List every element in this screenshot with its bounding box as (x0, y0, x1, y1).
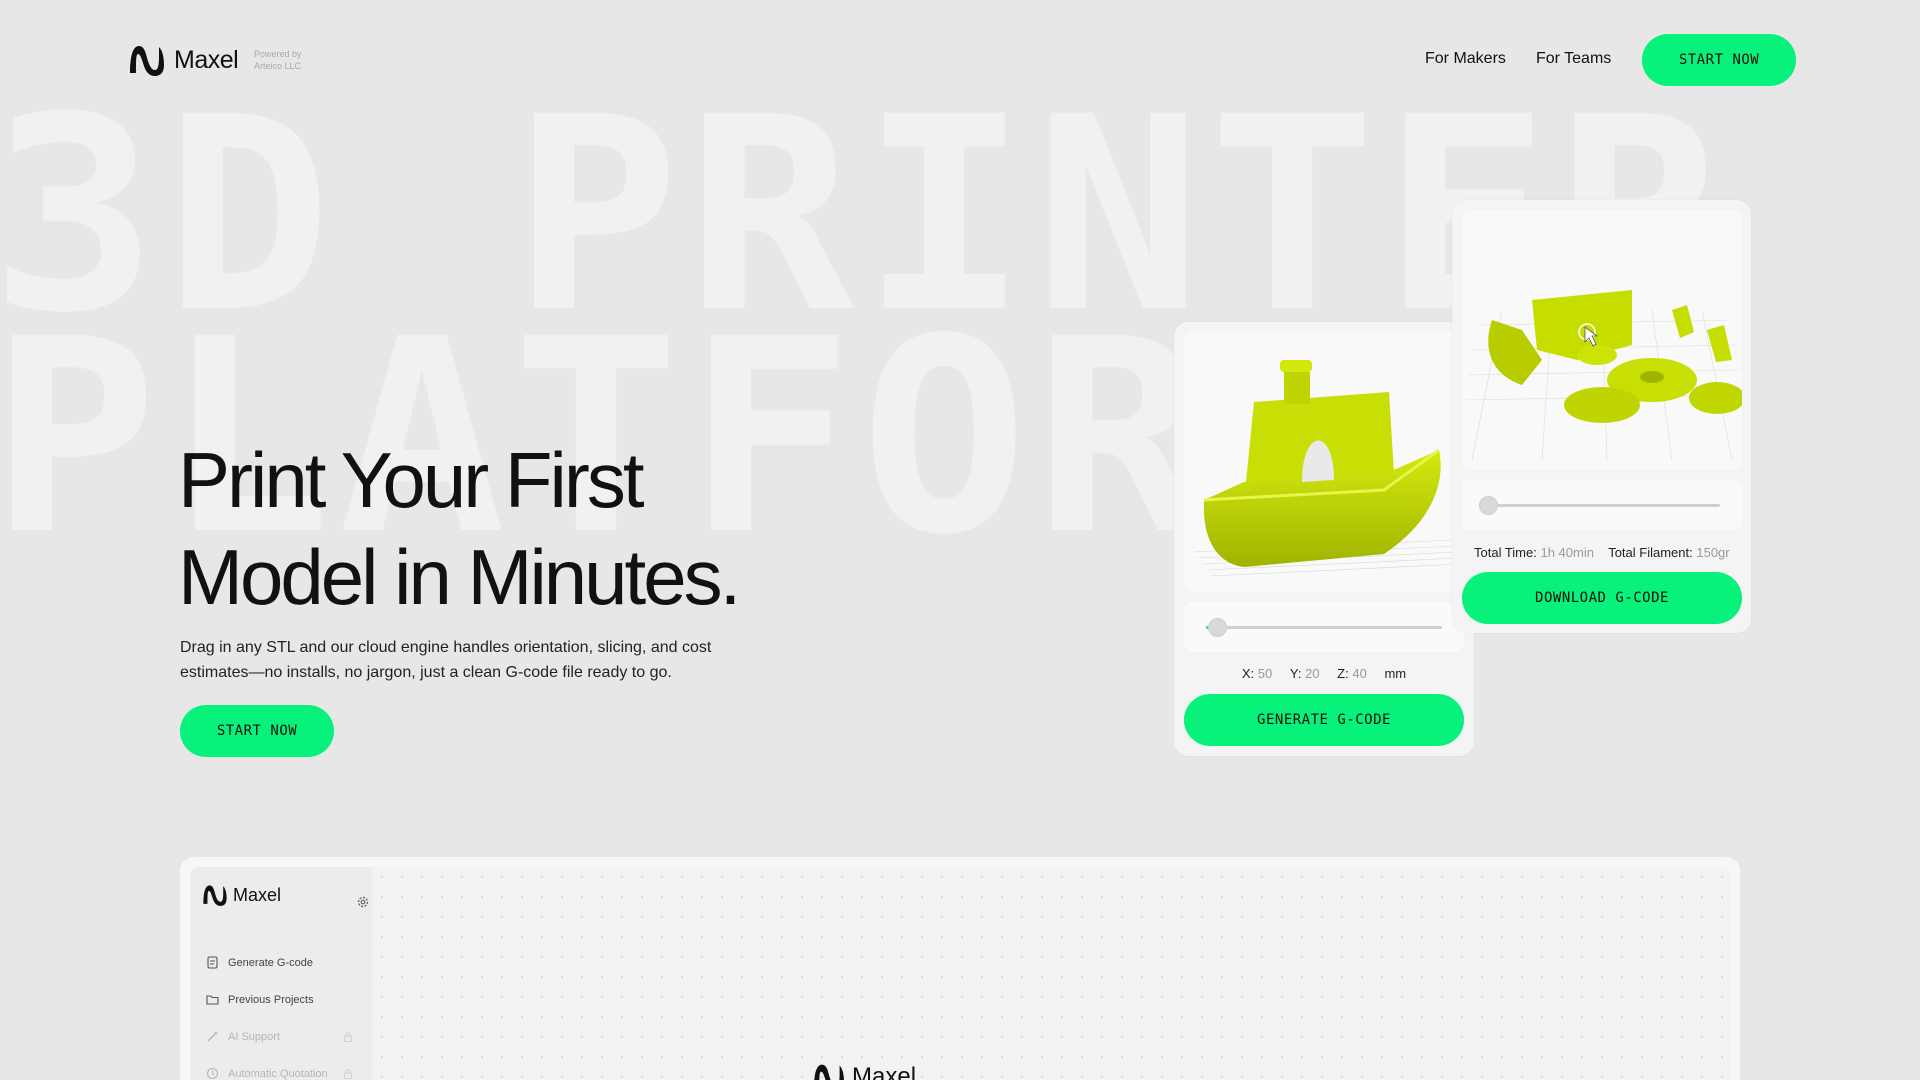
maxel-logo-icon (814, 1064, 844, 1080)
hero-title-line-1: Print Your First (178, 436, 645, 524)
menu-item-ai-support[interactable]: AI Support (206, 1018, 376, 1055)
app-brand-logo[interactable]: Maxel (202, 883, 281, 907)
folder-icon (206, 995, 219, 1005)
generate-card: X: 50 Y: 20 Z: 40 mm (1174, 322, 1474, 756)
app-canvas[interactable] (372, 867, 1730, 1080)
menu-item-generate-gcode[interactable]: Generate G-code (206, 944, 376, 981)
powered-by-label: Powered by (254, 49, 302, 59)
maxel-logo-icon (203, 885, 227, 906)
menu-item-label: Generate G-code (228, 956, 313, 969)
x-label: X: (1241, 666, 1255, 681)
lock-icon (344, 1068, 352, 1079)
print-stats: Total Time: 1h 40min Total Filament: 150… (1474, 545, 1730, 560)
slider-handle[interactable] (1478, 496, 1498, 515)
lock-icon (344, 1031, 352, 1042)
gear-parts-model-icon (1465, 290, 1745, 461)
model-preview[interactable] (1184, 332, 1464, 592)
parts-preview[interactable] (1462, 210, 1745, 470)
hero-start-now-button[interactable]: START NOW (180, 705, 334, 757)
total-filament-label: Total Filament: (1608, 545, 1693, 560)
slider-handle[interactable] (1207, 618, 1227, 637)
maxel-logo-icon (130, 46, 164, 76)
top-nav: Maxel Powered by Arteico LLC For Makers … (0, 0, 1920, 120)
rotation-slider[interactable] (1184, 602, 1464, 652)
x-value: 50 (1257, 666, 1273, 681)
menu-item-previous-projects[interactable]: Previous Projects (206, 981, 376, 1018)
brand-name: Maxel (174, 45, 239, 74)
menu-item-label: Previous Projects (228, 993, 314, 1006)
layer-slider[interactable] (1462, 480, 1742, 530)
nav-start-now-button[interactable]: START NOW (1642, 34, 1796, 86)
download-card (1452, 200, 1751, 633)
total-time-value: 1h 40min (1540, 545, 1594, 560)
menu-item-label: AI Support (228, 1030, 280, 1043)
generate-gcode-button[interactable]: GENERATE G-CODE (1184, 694, 1464, 746)
slider-track (1484, 504, 1720, 507)
nav-link-for-makers[interactable]: For Makers (1425, 50, 1506, 68)
z-value: 40 (1352, 666, 1367, 681)
nav-link-for-teams[interactable]: For Teams (1536, 50, 1611, 68)
hero-subtitle: Drag in any STL and our cloud engine han… (180, 639, 712, 681)
menu-item-label: Automatic Quotation (228, 1067, 328, 1080)
z-label: Z: (1337, 666, 1349, 681)
menu-item-automatic-quotation[interactable]: Automatic Quotation (206, 1055, 376, 1080)
canvas-brand-logo: Maxel (812, 1062, 916, 1080)
boat-model-icon (1193, 360, 1463, 577)
dimensions-readout: X: 50 Y: 20 Z: 40 mm (1174, 666, 1474, 681)
gear-icon[interactable] (356, 895, 370, 909)
y-label: Y: (1289, 666, 1302, 681)
total-time-label: Total Time: (1474, 545, 1537, 560)
document-icon (207, 956, 218, 969)
quote-icon (206, 1067, 219, 1080)
unit-label: mm (1384, 666, 1407, 681)
wand-icon (207, 1031, 218, 1042)
slider-track (1206, 626, 1442, 629)
app-brand-name: Maxel (233, 884, 282, 905)
app-menu: Generate G-code Previous Projects AI Sup… (206, 944, 376, 1080)
company-name: Arteico LLC (254, 61, 302, 71)
brand-logo[interactable]: Maxel (128, 43, 239, 77)
canvas-brand-name: Maxel (852, 1063, 917, 1080)
hero-title-line-2: Model in Minutes. (178, 533, 741, 621)
total-filament-value: 150gr (1696, 545, 1730, 560)
powered-by-note: Powered by Arteico LLC (254, 48, 302, 72)
hero-title: Print Your First Model in Minutes. (178, 432, 741, 626)
app-preview: Maxel Generate G-code Previous Projects … (180, 857, 1740, 1080)
download-gcode-button[interactable]: DOWNLOAD G-CODE (1462, 572, 1742, 624)
app-sidebar: Maxel Generate G-code Previous Projects … (190, 867, 372, 1080)
y-value: 20 (1305, 666, 1320, 681)
